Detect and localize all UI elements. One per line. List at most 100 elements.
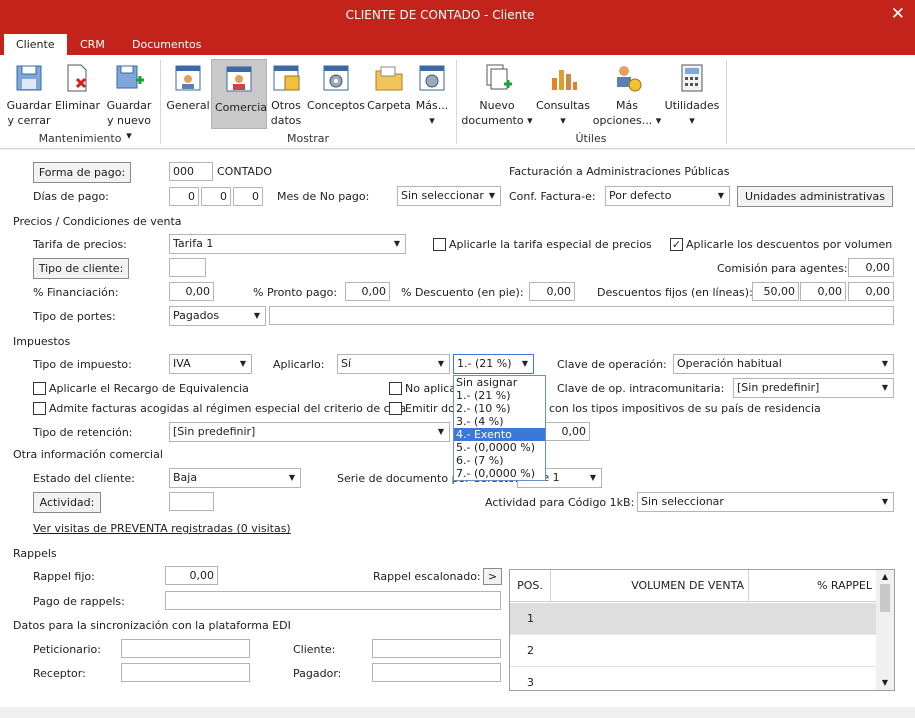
no-aplica-checkbox[interactable] xyxy=(389,382,402,395)
eliminar-button[interactable]: Eliminar xyxy=(55,59,101,113)
chevron-down-icon: ▼ xyxy=(437,359,445,368)
pagador-input[interactable] xyxy=(372,663,501,682)
aplicar-tarifa-label: Aplicarle la tarifa especial de precios xyxy=(449,238,652,251)
actividad-1kb-select[interactable]: Sin seleccionar ▼ xyxy=(637,492,894,512)
grid-cell-pos: 2 xyxy=(527,644,534,657)
tab-crm[interactable]: CRM xyxy=(68,34,117,55)
aplicarlo-select[interactable]: Sí ▼ xyxy=(337,354,450,374)
financiacion-input[interactable]: 0,00 xyxy=(169,282,214,301)
comercial-button[interactable]: Comercial xyxy=(211,59,267,129)
aplicarlo-label: Aplicarlo: xyxy=(273,358,325,371)
tipo-cliente-input[interactable] xyxy=(169,258,206,277)
save-close-icon xyxy=(14,62,44,94)
dropdown-option[interactable]: 7.- (0,0000 %) xyxy=(454,467,545,480)
carpeta-button[interactable]: Carpeta xyxy=(367,59,411,113)
receptor-input[interactable] xyxy=(121,663,250,682)
actividad-button[interactable]: Actividad: xyxy=(33,492,101,513)
dropdown-option-highlighted[interactable]: 4.- Exento xyxy=(454,428,545,441)
comision-label: Comisión para agentes: xyxy=(717,262,848,275)
chevron-down-icon[interactable]: ▼ xyxy=(876,676,894,690)
dropdown-option[interactable]: 6.- (7 %) xyxy=(454,454,545,467)
scrollbar-thumb[interactable] xyxy=(880,584,890,612)
tipo-impuesto-select[interactable]: IVA ▼ xyxy=(169,354,252,374)
iva-tipo-select[interactable]: 1.- (21 %) ▼ xyxy=(453,354,534,374)
grid-header-rappel[interactable]: % RAPPEL xyxy=(749,570,876,602)
close-icon[interactable]: ✕ xyxy=(891,4,905,24)
table-row[interactable]: 2 xyxy=(510,635,876,667)
rappel-grid[interactable]: POS. VOLUMEN DE VENTA % RAPPEL 1 2 3 ▲ ▼ xyxy=(509,569,895,691)
tab-documentos[interactable]: Documentos xyxy=(120,34,213,55)
emitir-checkbox[interactable] xyxy=(389,402,402,415)
guardar-cerrar-button[interactable]: Guardar y cerrar xyxy=(6,59,52,128)
iva-tipo-value: 1.- (21 %) xyxy=(457,357,512,370)
mas-mostrar-button[interactable]: Más... ▾ xyxy=(413,59,451,128)
pronto-pago-input[interactable]: 0,00 xyxy=(345,282,390,301)
tipo-impuesto-value: IVA xyxy=(173,357,191,370)
grid-header-pos[interactable]: POS. xyxy=(510,570,551,602)
retencion-select[interactable]: [Sin predefinir] ▼ xyxy=(169,422,450,442)
tipo-cliente-button[interactable]: Tipo de cliente: xyxy=(33,258,129,279)
ver-visitas-link[interactable]: Ver visitas de PREVENTA registradas (0 v… xyxy=(33,522,291,535)
conf-factura-select[interactable]: Por defecto ▼ xyxy=(605,186,730,206)
dia-pago-3-input[interactable]: 0 xyxy=(233,187,263,206)
emitir-label: Emitir do xyxy=(405,402,455,415)
comision-input[interactable]: 0,00 xyxy=(848,258,894,277)
actividad-input[interactable] xyxy=(169,492,214,511)
descuento-pie-input[interactable]: 0,00 xyxy=(529,282,575,301)
pago-rappels-input[interactable] xyxy=(165,591,501,610)
utilidades-button[interactable]: Utilidades ▾ xyxy=(664,59,720,128)
descuento-fijo-1-input[interactable]: 50,00 xyxy=(752,282,799,301)
retencion-pct-input[interactable]: 0,00 xyxy=(545,422,590,441)
consultas-button[interactable]: Consultas ▾ xyxy=(536,59,590,128)
grid-header-volumen[interactable]: VOLUMEN DE VENTA xyxy=(551,570,749,602)
aplicar-tarifa-checkbox[interactable] xyxy=(433,238,446,251)
portes-select[interactable]: Pagados ▼ xyxy=(169,306,266,326)
peticionario-input[interactable] xyxy=(121,639,250,658)
forma-pago-code-input[interactable]: 000 xyxy=(169,162,213,181)
dropdown-option[interactable]: 3.- (4 %) xyxy=(454,415,545,428)
conceptos-button[interactable]: Conceptos xyxy=(306,59,366,113)
forma-pago-button[interactable]: Forma de pago: xyxy=(33,162,131,183)
otros-datos-button[interactable]: Otros datos xyxy=(268,59,304,128)
dropdown-option[interactable]: Sin asignar xyxy=(454,376,545,389)
edi-section-title: Datos para la sincronización con la plat… xyxy=(13,619,291,632)
dropdown-option[interactable]: 1.- (21 %) xyxy=(454,389,545,402)
cliente-edi-label: Cliente: xyxy=(293,643,336,656)
aplicar-descuentos-checkbox[interactable]: ✓ xyxy=(670,238,683,251)
impuestos-section-title: Impuestos xyxy=(13,335,71,348)
nuevo-documento-button[interactable]: Nuevo documento ▾ xyxy=(458,59,536,128)
clave-intra-select[interactable]: [Sin predefinir] ▼ xyxy=(733,378,894,398)
mas-opciones-button[interactable]: Más opciones... ▾ xyxy=(592,59,662,128)
dia-pago-1-input[interactable]: 0 xyxy=(169,187,199,206)
table-row[interactable]: 1 xyxy=(510,603,876,635)
clave-intra-value: [Sin predefinir] xyxy=(737,381,820,394)
recargo-checkbox[interactable] xyxy=(33,382,46,395)
descuento-fijo-3-input[interactable]: 0,00 xyxy=(848,282,894,301)
eliminar-label: Eliminar xyxy=(55,99,101,112)
rappel-escalonado-button[interactable]: > xyxy=(483,568,502,585)
cliente-edi-input[interactable] xyxy=(372,639,501,658)
clave-operacion-select[interactable]: Operación habitual ▼ xyxy=(673,354,894,374)
general-button[interactable]: General xyxy=(166,59,210,113)
tarifa-select[interactable]: Tarifa 1 ▼ xyxy=(169,234,406,254)
estado-cliente-select[interactable]: Baja ▼ xyxy=(169,468,301,488)
portes-description-input[interactable] xyxy=(269,306,894,325)
rappel-fijo-input[interactable]: 0,00 xyxy=(165,566,218,585)
dropdown-option[interactable]: 2.- (10 %) xyxy=(454,402,545,415)
mes-no-pago-select[interactable]: Sin seleccionar ▼ xyxy=(397,186,501,206)
table-row[interactable]: 3 xyxy=(510,667,876,690)
conceptos-icon xyxy=(321,62,351,94)
chevron-up-icon[interactable]: ▲ xyxy=(876,570,894,584)
admite-checkbox[interactable] xyxy=(33,402,46,415)
tab-cliente[interactable]: Cliente xyxy=(4,34,67,55)
iva-tipo-dropdown-list[interactable]: Sin asignar 1.- (21 %) 2.- (10 %) 3.- (4… xyxy=(453,375,546,481)
chevron-down-icon: ▼ xyxy=(717,191,725,200)
vertical-scrollbar[interactable]: ▲ ▼ xyxy=(876,570,894,690)
dias-pago-label: Días de pago: xyxy=(33,190,109,203)
dropdown-option[interactable]: 5.- (0,0000 %) xyxy=(454,441,545,454)
aplicarlo-value: Sí xyxy=(341,357,352,370)
guardar-nuevo-button[interactable]: Guardar y nuevo ▾ xyxy=(103,59,155,143)
dia-pago-2-input[interactable]: 0 xyxy=(201,187,231,206)
unidades-administrativas-button[interactable]: Unidades administrativas xyxy=(737,186,893,207)
descuento-fijo-2-input[interactable]: 0,00 xyxy=(800,282,846,301)
